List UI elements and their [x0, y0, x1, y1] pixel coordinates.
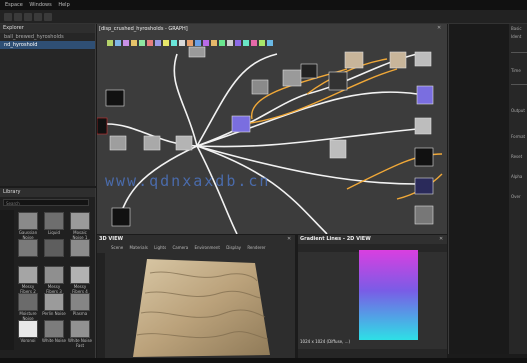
- 3d-menu-camera[interactable]: Camera: [172, 245, 188, 250]
- gradient-preview: [359, 250, 418, 340]
- library-item-thumbnail[interactable]: [44, 266, 64, 284]
- open-file-icon[interactable]: [14, 13, 22, 21]
- library-item-label: Voronoi: [20, 338, 36, 343]
- new-file-icon[interactable]: [4, 13, 12, 21]
- prop-label-format: Format: [511, 134, 526, 139]
- library-item-label: Perlin Noise: [42, 311, 66, 316]
- 3d-view-sidebar[interactable]: [97, 253, 105, 358]
- library-panel: Library Search Gaussian Noise Liquid Mosai…: [0, 188, 96, 358]
- library-item-thumbnail[interactable]: [18, 266, 38, 284]
- 3d-view-menu: Scene Materials Lights Camera Environmen…: [111, 244, 271, 252]
- 3d-sand-mesh: [133, 259, 270, 357]
- 3d-menu-renderer[interactable]: Renderer: [247, 245, 265, 250]
- 3d-view-title: 3D VIEW: [99, 236, 124, 242]
- undo-icon[interactable]: [34, 13, 42, 21]
- prop-label-time: Time: [511, 68, 521, 73]
- library-title: Library: [0, 188, 95, 197]
- menu-item-espace[interactable]: Espace: [5, 0, 23, 10]
- properties-panel: Basic Ident Time Output Format Reset Alp…: [448, 24, 527, 354]
- library-item-label: Plasma: [72, 311, 88, 316]
- library-item-label: Liquid: [47, 230, 61, 235]
- 2d-view-bottombar[interactable]: [298, 349, 447, 358]
- explorer-graph-row[interactable]: nd_hyroshold: [0, 41, 95, 49]
- 3d-menu-lights[interactable]: Lights: [154, 245, 166, 250]
- library-item-thumbnail[interactable]: [18, 212, 38, 230]
- library-item-thumbnail[interactable]: [44, 212, 64, 230]
- explorer-package-row[interactable]: ball_brewed_hyrosholds: [0, 33, 95, 41]
- library-item-thumbnail[interactable]: [18, 320, 38, 338]
- library-search-input[interactable]: Search: [3, 199, 89, 206]
- 3d-menu-display[interactable]: Display: [226, 245, 241, 250]
- prop-label-reset[interactable]: Reset: [511, 154, 522, 159]
- prop-label-basic: Basic: [511, 26, 522, 31]
- library-item-thumbnail[interactable]: [44, 320, 64, 338]
- graph-view[interactable]: [disp_crushed_hyrosholds - GRAPH] ✕: [97, 24, 447, 234]
- watermark-text: www.qdnxaxdb.cn: [105, 172, 271, 190]
- explorer-title: Explorer: [0, 24, 95, 33]
- menu-item-windows[interactable]: Windows: [29, 0, 51, 10]
- 3d-menu-materials[interactable]: Materials: [129, 245, 147, 250]
- graph-canvas[interactable]: [97, 24, 447, 234]
- save-icon[interactable]: [24, 13, 32, 21]
- 3d-view-panel[interactable]: 3D VIEW Scene Materials Lights Camera En…: [97, 235, 295, 358]
- prop-divider: [511, 52, 527, 53]
- library-item-thumbnail[interactable]: [44, 239, 64, 257]
- prop-label-alpha: Alpha: [511, 174, 523, 179]
- 2d-view-status: 1024 x 1024 (Diffuse, ...): [300, 339, 351, 344]
- menu-bar: Espace Windows Help: [0, 0, 527, 10]
- status-bar: [0, 358, 527, 363]
- 2d-view-panel[interactable]: Gradient Lines - 2D VIEW ✕ 1024 x 1024 (…: [298, 235, 447, 358]
- menu-item-help[interactable]: Help: [58, 0, 69, 10]
- library-item-thumbnail[interactable]: [18, 293, 38, 311]
- library-item-thumbnail[interactable]: [70, 320, 90, 338]
- library-item-thumbnail[interactable]: [44, 293, 64, 311]
- library-item-thumbnail[interactable]: [70, 212, 90, 230]
- redo-icon[interactable]: [44, 13, 52, 21]
- library-category-bar[interactable]: [0, 210, 14, 350]
- prop-label-over: Over: [511, 194, 521, 199]
- library-item-thumbnail[interactable]: [70, 293, 90, 311]
- 3d-menu-environment[interactable]: Environment: [194, 245, 220, 250]
- properties-preview-area: [449, 24, 509, 354]
- 2d-view-title: Gradient Lines - 2D VIEW: [300, 236, 371, 242]
- explorer-panel: Explorer ball_brewed_hyrosholds nd_hyros…: [0, 24, 96, 186]
- main-toolbar: [0, 10, 527, 24]
- prop-divider: [511, 84, 527, 85]
- graph-toolbar[interactable]: [107, 40, 273, 46]
- library-item-thumbnail[interactable]: [70, 266, 90, 284]
- close-icon[interactable]: ✕: [439, 236, 443, 242]
- 3d-menu-scene[interactable]: Scene: [111, 245, 123, 250]
- library-item-thumbnail[interactable]: [18, 239, 38, 257]
- library-item-label: White Noise: [42, 338, 66, 343]
- prop-label-ident: Ident: [511, 34, 522, 39]
- prop-label-output: Output: [511, 108, 525, 113]
- library-item-label: White Noise Fast: [68, 338, 92, 348]
- library-item-thumbnail[interactable]: [70, 239, 90, 257]
- close-icon[interactable]: ✕: [287, 236, 291, 242]
